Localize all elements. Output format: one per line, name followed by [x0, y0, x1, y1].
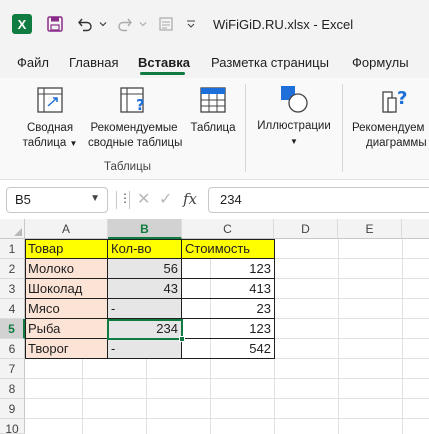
svg-text:?: ?	[136, 96, 145, 114]
cell-b3[interactable]: 43	[108, 279, 182, 299]
recommended-pivot-button[interactable]: Рекомендуемые сводные таблицы	[88, 121, 183, 151]
tab-insert[interactable]: Вставка	[138, 55, 190, 70]
pivot-table-button[interactable]: Сводная таблица ▼	[22, 121, 78, 151]
recommended-charts-label: Рекомендуем	[352, 122, 425, 134]
undo-dropdown-icon[interactable]	[97, 13, 109, 35]
recommended-charts-label-2: диаграммы	[366, 137, 427, 149]
cell-c4[interactable]: 23	[182, 299, 275, 319]
cell-a6[interactable]: Творог	[25, 339, 108, 359]
tab-page-layout[interactable]: Разметка страницы	[211, 55, 329, 70]
recommended-pivot-icon: ?	[119, 86, 149, 119]
formula-value: 234	[220, 192, 242, 207]
excel-logo-icon: X	[12, 14, 32, 34]
column-header-c[interactable]: C	[182, 219, 274, 239]
table-border-left	[25, 239, 26, 359]
table-icon	[199, 86, 227, 119]
fill-handle[interactable]	[179, 336, 185, 342]
column-header-e[interactable]: E	[338, 219, 402, 239]
tab-home[interactable]: Главная	[69, 55, 118, 70]
formula-bar: B5 ▼ ⋮ ✕ ✓ fx 234	[0, 184, 429, 216]
document-title: WiFiGiD.RU.xlsx - Excel	[213, 17, 354, 32]
column-header-a[interactable]: A	[25, 219, 108, 239]
title-bar: X WiFiGiD.RU.xlsx - Excel	[0, 0, 429, 48]
row-header[interactable]: 10	[0, 419, 25, 434]
illustrations-button[interactable]: Иллюстрации ▼	[252, 119, 336, 149]
cell-c6[interactable]: 542	[182, 339, 275, 359]
row-header[interactable]: 6	[0, 339, 25, 359]
insert-function-icon[interactable]: fx	[183, 190, 197, 208]
pivot-table-icon	[36, 86, 64, 119]
customize-chevron-icon[interactable]	[184, 13, 198, 35]
ribbon: Сводная таблица ▼ ? Рекомендуемые сводны…	[0, 78, 429, 180]
enter-icon[interactable]: ✓	[159, 189, 172, 209]
column-header-partial[interactable]	[402, 219, 429, 239]
ribbon-separator	[342, 84, 343, 172]
redo-icon[interactable]	[114, 13, 136, 35]
row-header[interactable]: 4	[0, 299, 25, 319]
table-label: Таблица	[190, 122, 236, 134]
cell-b4[interactable]: -	[108, 299, 182, 319]
recommended-pivot-label: Рекомендуемые	[90, 122, 178, 134]
cell-b6[interactable]: -	[108, 339, 182, 359]
save-icon[interactable]	[44, 13, 66, 35]
undo-icon[interactable]	[74, 13, 96, 35]
table-border-top	[25, 239, 275, 240]
column-header-b[interactable]: B	[108, 219, 182, 239]
pivot-table-label: Сводная	[26, 122, 74, 134]
chevron-down-icon[interactable]: ▼	[90, 193, 100, 204]
recommended-charts-icon: ?	[381, 86, 413, 119]
cell-a5[interactable]: Рыба	[25, 319, 108, 339]
row-header[interactable]: 2	[0, 259, 25, 279]
select-all-triangle-icon	[14, 228, 22, 236]
select-all-button[interactable]	[0, 219, 25, 239]
cell-a3[interactable]: Шоколад	[25, 279, 108, 299]
recommended-pivot-label-2: сводные таблицы	[88, 137, 183, 149]
row-header[interactable]: 7	[0, 359, 25, 379]
cell-b5[interactable]: 234	[108, 319, 182, 339]
formula-separator	[116, 191, 117, 209]
row-header[interactable]: 5	[0, 319, 25, 339]
table-button[interactable]: Таблица	[188, 121, 238, 136]
form-icon[interactable]	[156, 13, 176, 35]
formula-separator	[129, 191, 130, 209]
cell-c5[interactable]: 123	[182, 319, 275, 339]
recommended-charts-button[interactable]: Рекомендуем диаграммы	[352, 121, 429, 151]
cell-a1[interactable]: Товар	[25, 239, 108, 259]
ribbon-tabs: Файл Главная Вставка Разметка страницы Ф…	[0, 48, 429, 78]
redo-dropdown-icon[interactable]	[137, 13, 149, 35]
pivot-table-label-2: таблица	[22, 137, 67, 149]
illustrations-icon	[279, 84, 309, 119]
cell-b1[interactable]: Кол-во	[108, 239, 182, 259]
cell-b2[interactable]: 56	[108, 259, 182, 279]
tab-file[interactable]: Файл	[17, 55, 49, 70]
row-header[interactable]: 1	[0, 239, 25, 259]
group-tables-label: Таблицы	[104, 161, 151, 173]
tab-formulas[interactable]: Формулы	[352, 55, 409, 70]
chevron-down-icon: ▼	[69, 139, 78, 148]
row-header[interactable]: 3	[0, 279, 25, 299]
illustrations-label: Иллюстрации	[257, 120, 331, 132]
ribbon-separator	[245, 84, 246, 172]
cell-a2[interactable]: Молоко	[25, 259, 108, 279]
row-header[interactable]: 8	[0, 379, 25, 399]
cancel-icon[interactable]: ✕	[137, 189, 150, 209]
column-header-d[interactable]: D	[274, 219, 338, 239]
active-tab-indicator	[140, 72, 185, 75]
cell-c2[interactable]: 123	[182, 259, 275, 279]
row-header[interactable]: 9	[0, 399, 25, 419]
name-box-value: B5	[15, 192, 31, 207]
cell-c1[interactable]: Стоимость	[182, 239, 275, 259]
cell-a4[interactable]: Мясо	[25, 299, 108, 319]
svg-text:?: ?	[397, 88, 407, 109]
cell-c3[interactable]: 413	[182, 279, 275, 299]
chevron-down-icon: ▼	[290, 137, 298, 146]
worksheet-grid[interactable]: A B C D E 1 2 3 4 5 6 7 8 9 10 Товар Кол…	[0, 219, 429, 434]
name-box[interactable]: B5 ▼	[6, 187, 108, 213]
